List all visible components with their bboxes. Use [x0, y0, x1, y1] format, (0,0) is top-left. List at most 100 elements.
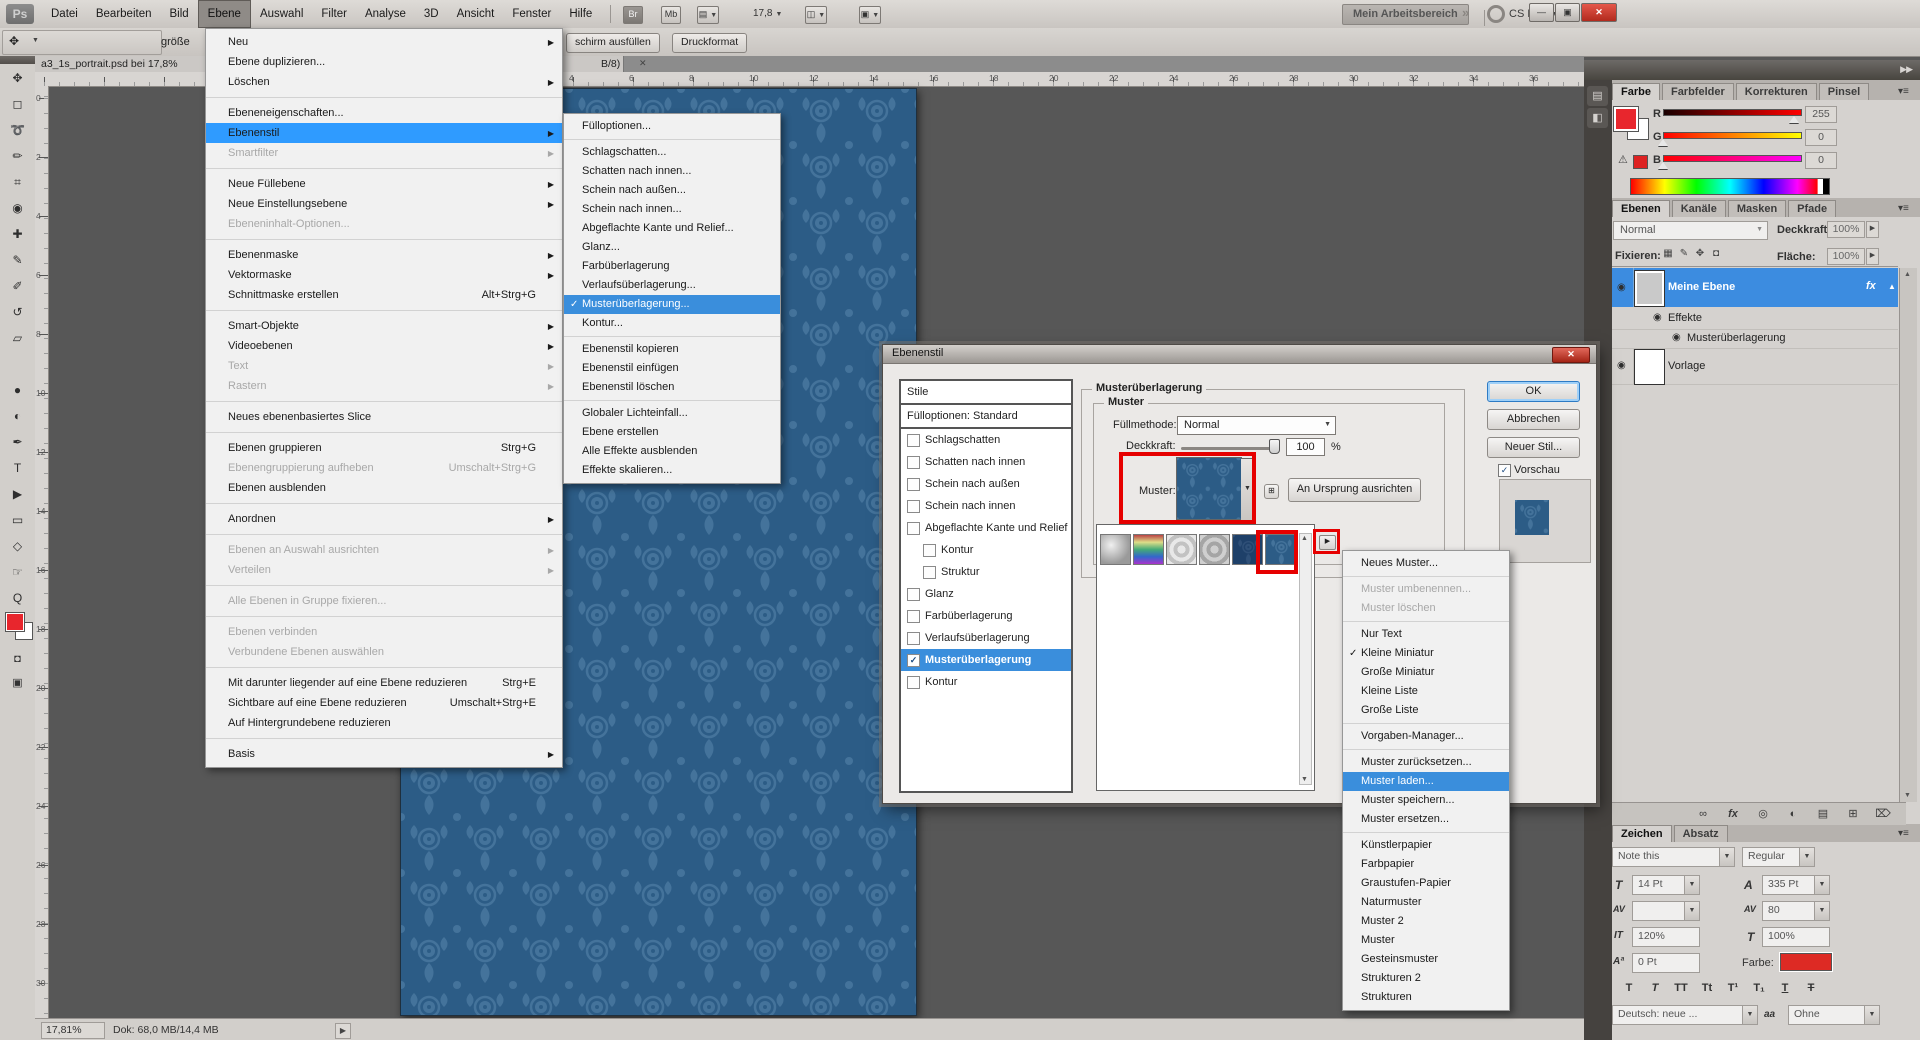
- submenu-item[interactable]: Ebenenstil einfügen: [564, 359, 780, 378]
- menu-item[interactable]: Vektormaske ▶: [206, 265, 562, 285]
- pattern-thumbnail[interactable]: [1199, 534, 1230, 565]
- pattern-thumbnail[interactable]: [1100, 534, 1131, 565]
- menu-item[interactable]: Verbundene Ebenen auswählen: [206, 642, 562, 662]
- color-spectrum-ramp[interactable]: [1630, 178, 1830, 195]
- menu-item[interactable]: Ebeneneigenschaften...: [206, 103, 562, 123]
- layers-toolbar-icon[interactable]: ∞: [1688, 803, 1718, 825]
- lock-icon[interactable]: ✎: [1676, 248, 1692, 259]
- menu-item[interactable]: Neu ▶: [206, 32, 562, 52]
- tool-button[interactable]: ☞: [7, 562, 28, 583]
- menu-item[interactable]: Ebenen ausblenden: [206, 478, 562, 498]
- style-checkbox[interactable]: [907, 478, 920, 491]
- menu-item[interactable]: [206, 396, 562, 402]
- menubar-item[interactable]: Auswahl: [251, 0, 312, 28]
- flyout-menu-item[interactable]: Muster: [1343, 931, 1509, 950]
- flyout-menu-item[interactable]: [1343, 573, 1509, 577]
- language-select[interactable]: Deutsch: neue ...▼: [1612, 1005, 1758, 1025]
- flyout-menu-item[interactable]: ✓ Kleine Miniatur: [1343, 644, 1509, 663]
- menubar-item[interactable]: Bild: [160, 0, 197, 28]
- blend-mode-select[interactable]: Normal ▼: [1613, 221, 1768, 240]
- opacity-slider[interactable]: [1181, 447, 1276, 450]
- panel-tab[interactable]: Pfade: [1788, 200, 1836, 217]
- flyout-menu-item[interactable]: Muster zurücksetzen...: [1343, 753, 1509, 772]
- menu-item[interactable]: [206, 498, 562, 504]
- menu-item[interactable]: Basis ▶: [206, 744, 562, 764]
- flyout-menu-item[interactable]: [1343, 720, 1509, 724]
- style-checkbox[interactable]: [907, 632, 920, 645]
- style-checkbox[interactable]: ✓: [907, 654, 920, 667]
- minimize-button[interactable]: —: [1529, 3, 1554, 22]
- style-list-item[interactable]: Schlagschatten: [901, 429, 1071, 451]
- visibility-eye-icon[interactable]: ◉: [1672, 332, 1681, 343]
- collapse-effects-icon[interactable]: ▲: [1888, 282, 1896, 291]
- zoom-level-combo[interactable]: 17,8▼: [749, 6, 786, 22]
- style-checkbox[interactable]: [907, 676, 920, 689]
- workspace-button[interactable]: Mein Arbeitsbereich: [1342, 4, 1469, 25]
- layer-thumbnail[interactable]: [1635, 271, 1664, 306]
- screen-mode-button[interactable]: ▣: [7, 674, 28, 692]
- green-slider-handle[interactable]: [1658, 139, 1668, 146]
- flyout-menu-item[interactable]: Gesteinsmuster: [1343, 950, 1509, 969]
- style-list-item[interactable]: Fülloptionen: Standard: [901, 405, 1071, 429]
- flyout-menu-item[interactable]: Strukturen: [1343, 988, 1509, 1007]
- picker-scrollbar[interactable]: ▲▼: [1299, 533, 1312, 785]
- layer-name[interactable]: Meine Ebene: [1668, 281, 1735, 293]
- visibility-eye-icon[interactable]: ◉: [1617, 360, 1626, 371]
- menubar-item[interactable]: Datei: [42, 0, 87, 28]
- style-list-item[interactable]: Verlaufsüberlagerung: [901, 627, 1071, 649]
- font-style-select[interactable]: Regular▼: [1742, 847, 1815, 867]
- flyout-menu-item[interactable]: Muster umbenennen...: [1343, 580, 1509, 599]
- status-zoom-field[interactable]: 17,81%: [41, 1022, 105, 1039]
- gamut-warning-icon[interactable]: ⚠: [1618, 153, 1628, 166]
- tool-button[interactable]: ▭: [7, 510, 28, 531]
- tool-button[interactable]: ↺: [7, 302, 28, 323]
- panel-tab[interactable]: Farbfelder: [1662, 83, 1734, 100]
- flyout-menu-item[interactable]: Muster löschen: [1343, 599, 1509, 618]
- menu-item[interactable]: [206, 580, 562, 586]
- tracking-select[interactable]: 80▼: [1762, 901, 1830, 921]
- collapsed-panel-icon[interactable]: ▤: [1587, 86, 1608, 106]
- screen-mode-icon[interactable]: ▣▼: [859, 6, 881, 24]
- panel-tab[interactable]: Farbe: [1612, 83, 1660, 100]
- menu-item[interactable]: Löschen ▶: [206, 72, 562, 92]
- flyout-menu-item[interactable]: Muster 2: [1343, 912, 1509, 931]
- text-style-button[interactable]: T¹: [1720, 979, 1746, 997]
- pattern-thumbnail[interactable]: [1133, 534, 1164, 565]
- flyout-menu-item[interactable]: Große Miniatur: [1343, 663, 1509, 682]
- style-checkbox[interactable]: [907, 434, 920, 447]
- submenu-item[interactable]: Ebenenstil kopieren: [564, 340, 780, 359]
- submenu-item[interactable]: Schein nach innen...: [564, 200, 780, 219]
- preview-checkbox[interactable]: ✓: [1498, 464, 1511, 477]
- tool-button[interactable]: ✚: [7, 224, 28, 245]
- mini-bridge-button[interactable]: Mb: [661, 6, 681, 24]
- submenu-item[interactable]: Ebenenstil löschen: [564, 378, 780, 397]
- menu-item[interactable]: Neue Füllebene ▶: [206, 174, 562, 194]
- red-value-field[interactable]: 255: [1805, 106, 1837, 123]
- menubar-item[interactable]: Hilfe: [560, 0, 601, 28]
- menu-item[interactable]: Videoebenen ▶: [206, 336, 562, 356]
- vertical-scale-field[interactable]: 120%: [1632, 927, 1700, 947]
- menu-item[interactable]: Schnittmaske erstellen Alt+Strg+G: [206, 285, 562, 305]
- foreground-swatch[interactable]: [1614, 107, 1638, 131]
- flyout-menu-item[interactable]: Große Liste: [1343, 701, 1509, 720]
- layers-toolbar-icon[interactable]: ▤: [1808, 803, 1838, 825]
- red-slider-handle[interactable]: [1789, 116, 1799, 123]
- menu-item[interactable]: Ebeneninhalt-Optionen...: [206, 214, 562, 234]
- style-list-item[interactable]: Kontur: [901, 671, 1071, 693]
- menu-item[interactable]: [206, 92, 562, 98]
- tools-panel-header[interactable]: [0, 56, 35, 64]
- menu-item[interactable]: [206, 529, 562, 535]
- layer-row-vorlage[interactable]: ◉ Vorlage: [1612, 348, 1898, 385]
- lock-icon[interactable]: ◘: [1708, 248, 1724, 259]
- style-list-item[interactable]: Kontur: [901, 539, 1071, 561]
- flyout-menu-item[interactable]: Vorgaben-Manager...: [1343, 727, 1509, 746]
- tool-button[interactable]: Q: [7, 588, 28, 609]
- menu-item[interactable]: Ebenen verbinden: [206, 622, 562, 642]
- panel-menu-icon[interactable]: ▾≡: [1898, 203, 1915, 214]
- style-list-item[interactable]: ✓ Musterüberlagerung: [901, 649, 1071, 671]
- opacity-value[interactable]: 100%: [1827, 221, 1865, 238]
- style-list-item[interactable]: Abgeflachte Kante und Relief: [901, 517, 1071, 539]
- layers-toolbar-icon[interactable]: fx: [1718, 803, 1748, 825]
- submenu-item[interactable]: [564, 333, 780, 337]
- submenu-item[interactable]: Alle Effekte ausblenden: [564, 442, 780, 461]
